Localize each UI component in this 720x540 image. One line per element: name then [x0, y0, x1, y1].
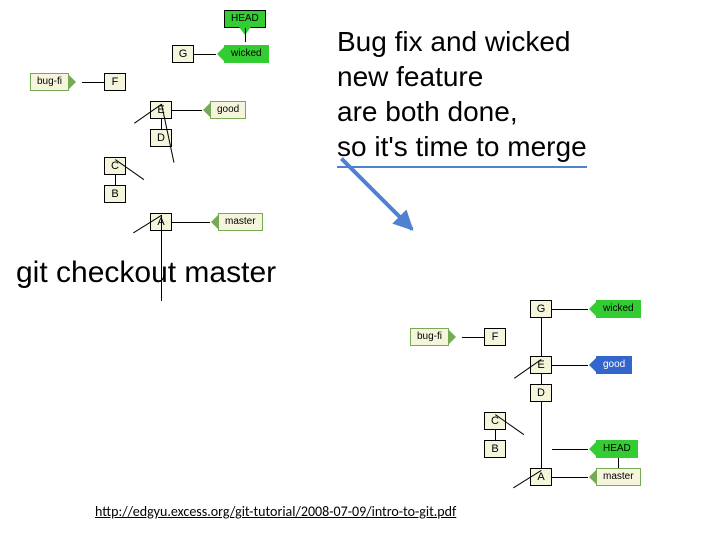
commit-g: G — [172, 45, 194, 63]
title-line3: are both done, — [337, 96, 518, 127]
git-diagram-before: HEAD A B C D E F G wicked good bug-fi ma… — [20, 10, 300, 240]
commit-g2: G — [530, 300, 552, 318]
ref-bugfi2: bug-fi — [410, 328, 449, 346]
commit-b: B — [104, 185, 126, 203]
commit-f: F — [104, 73, 126, 91]
title-line2: new feature — [337, 61, 483, 92]
git-diagram-after: A B C D E F G wicked good bug-fi HEAD ma… — [400, 270, 710, 500]
ref-wicked: wicked — [224, 45, 269, 63]
ref-head2: HEAD — [596, 440, 638, 458]
commit-b2: B — [484, 440, 506, 458]
title-line4: so it's time to merge — [337, 129, 587, 168]
footer-link[interactable]: http://edgyu.excess.org/git-tutorial/200… — [95, 503, 456, 520]
title-text: Bug fix and wicked new feature are both … — [337, 24, 587, 168]
ref-master2: master — [596, 468, 641, 486]
ref-good: good — [210, 101, 246, 119]
ref-good2: good — [596, 356, 632, 374]
git-command: git checkout master — [16, 256, 276, 290]
head-label: HEAD — [224, 10, 266, 28]
commit-f2: F — [484, 328, 506, 346]
arrow-icon — [340, 157, 414, 231]
commit-d2: D — [530, 384, 552, 402]
title-line1: Bug fix and wicked — [337, 26, 570, 57]
ref-bugfi: bug-fi — [30, 73, 69, 91]
ref-master: master — [218, 213, 263, 231]
ref-wicked2: wicked — [596, 300, 641, 318]
